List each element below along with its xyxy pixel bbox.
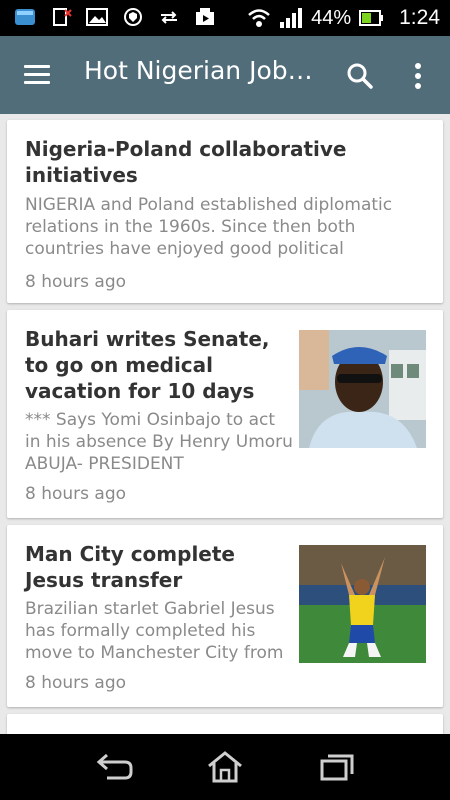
navigation-bar: [0, 734, 450, 800]
signal-icon: [280, 8, 303, 28]
article-title: Buhari writes Senate, to go on medical v…: [25, 327, 270, 403]
article-thumbnail: [299, 330, 426, 448]
back-icon: [96, 753, 133, 780]
wifi-icon: [248, 9, 270, 27]
more-vert-icon: [415, 63, 421, 89]
overflow-menu-button[interactable]: [400, 58, 436, 94]
menu-button[interactable]: [18, 58, 54, 94]
status-bar: 44% 1:24: [0, 0, 450, 36]
search-icon: [347, 63, 373, 89]
article-card[interactable]: Man City complete Jesus transfer Brazili…: [7, 525, 443, 707]
battery-icon: [359, 10, 384, 26]
hamburger-icon: [24, 65, 50, 68]
article-card[interactable]: Buhari writes Senate, to go on medical v…: [7, 310, 443, 518]
article-timestamp: 8 hours ago: [25, 673, 127, 693]
article-snippet: NIGERIA and Poland established diplomati…: [25, 195, 393, 259]
search-button[interactable]: [342, 58, 378, 94]
image-icon: [86, 8, 108, 26]
back-button[interactable]: [95, 750, 135, 784]
sim-error-icon: [53, 8, 72, 26]
battery-percent: 44%: [311, 6, 352, 29]
article-title: Man City complete Jesus transfer: [25, 542, 235, 592]
article-title: Nigeria-Poland collaborative initiatives: [25, 137, 347, 187]
page-title: Hot Nigerian Job…: [84, 56, 313, 85]
article-card[interactable]: Nigeria-Poland collaborative initiatives…: [7, 120, 443, 303]
recent-apps-icon: [320, 754, 354, 781]
article-timestamp: 8 hours ago: [25, 272, 127, 292]
video-icon: [196, 8, 214, 25]
home-icon: [208, 751, 242, 783]
app-bar: Hot Nigerian Job…: [0, 36, 450, 114]
article-snippet: Brazilian starlet Gabriel Jesus has form…: [25, 599, 284, 663]
vpn-shield-icon: [124, 8, 142, 26]
clock: 1:24: [399, 6, 440, 29]
article-snippet: *** Says Yomi Osinbajo to act in his abs…: [25, 410, 293, 474]
sync-icon: [161, 11, 177, 24]
article-timestamp: 8 hours ago: [25, 484, 127, 504]
article-thumbnail: [299, 545, 426, 663]
recent-apps-button[interactable]: [317, 750, 357, 784]
home-button[interactable]: [205, 750, 245, 784]
article-card[interactable]: [7, 714, 443, 734]
article-list: Nigeria-Poland collaborative initiatives…: [0, 114, 450, 734]
app-notification-icon: [15, 9, 35, 25]
